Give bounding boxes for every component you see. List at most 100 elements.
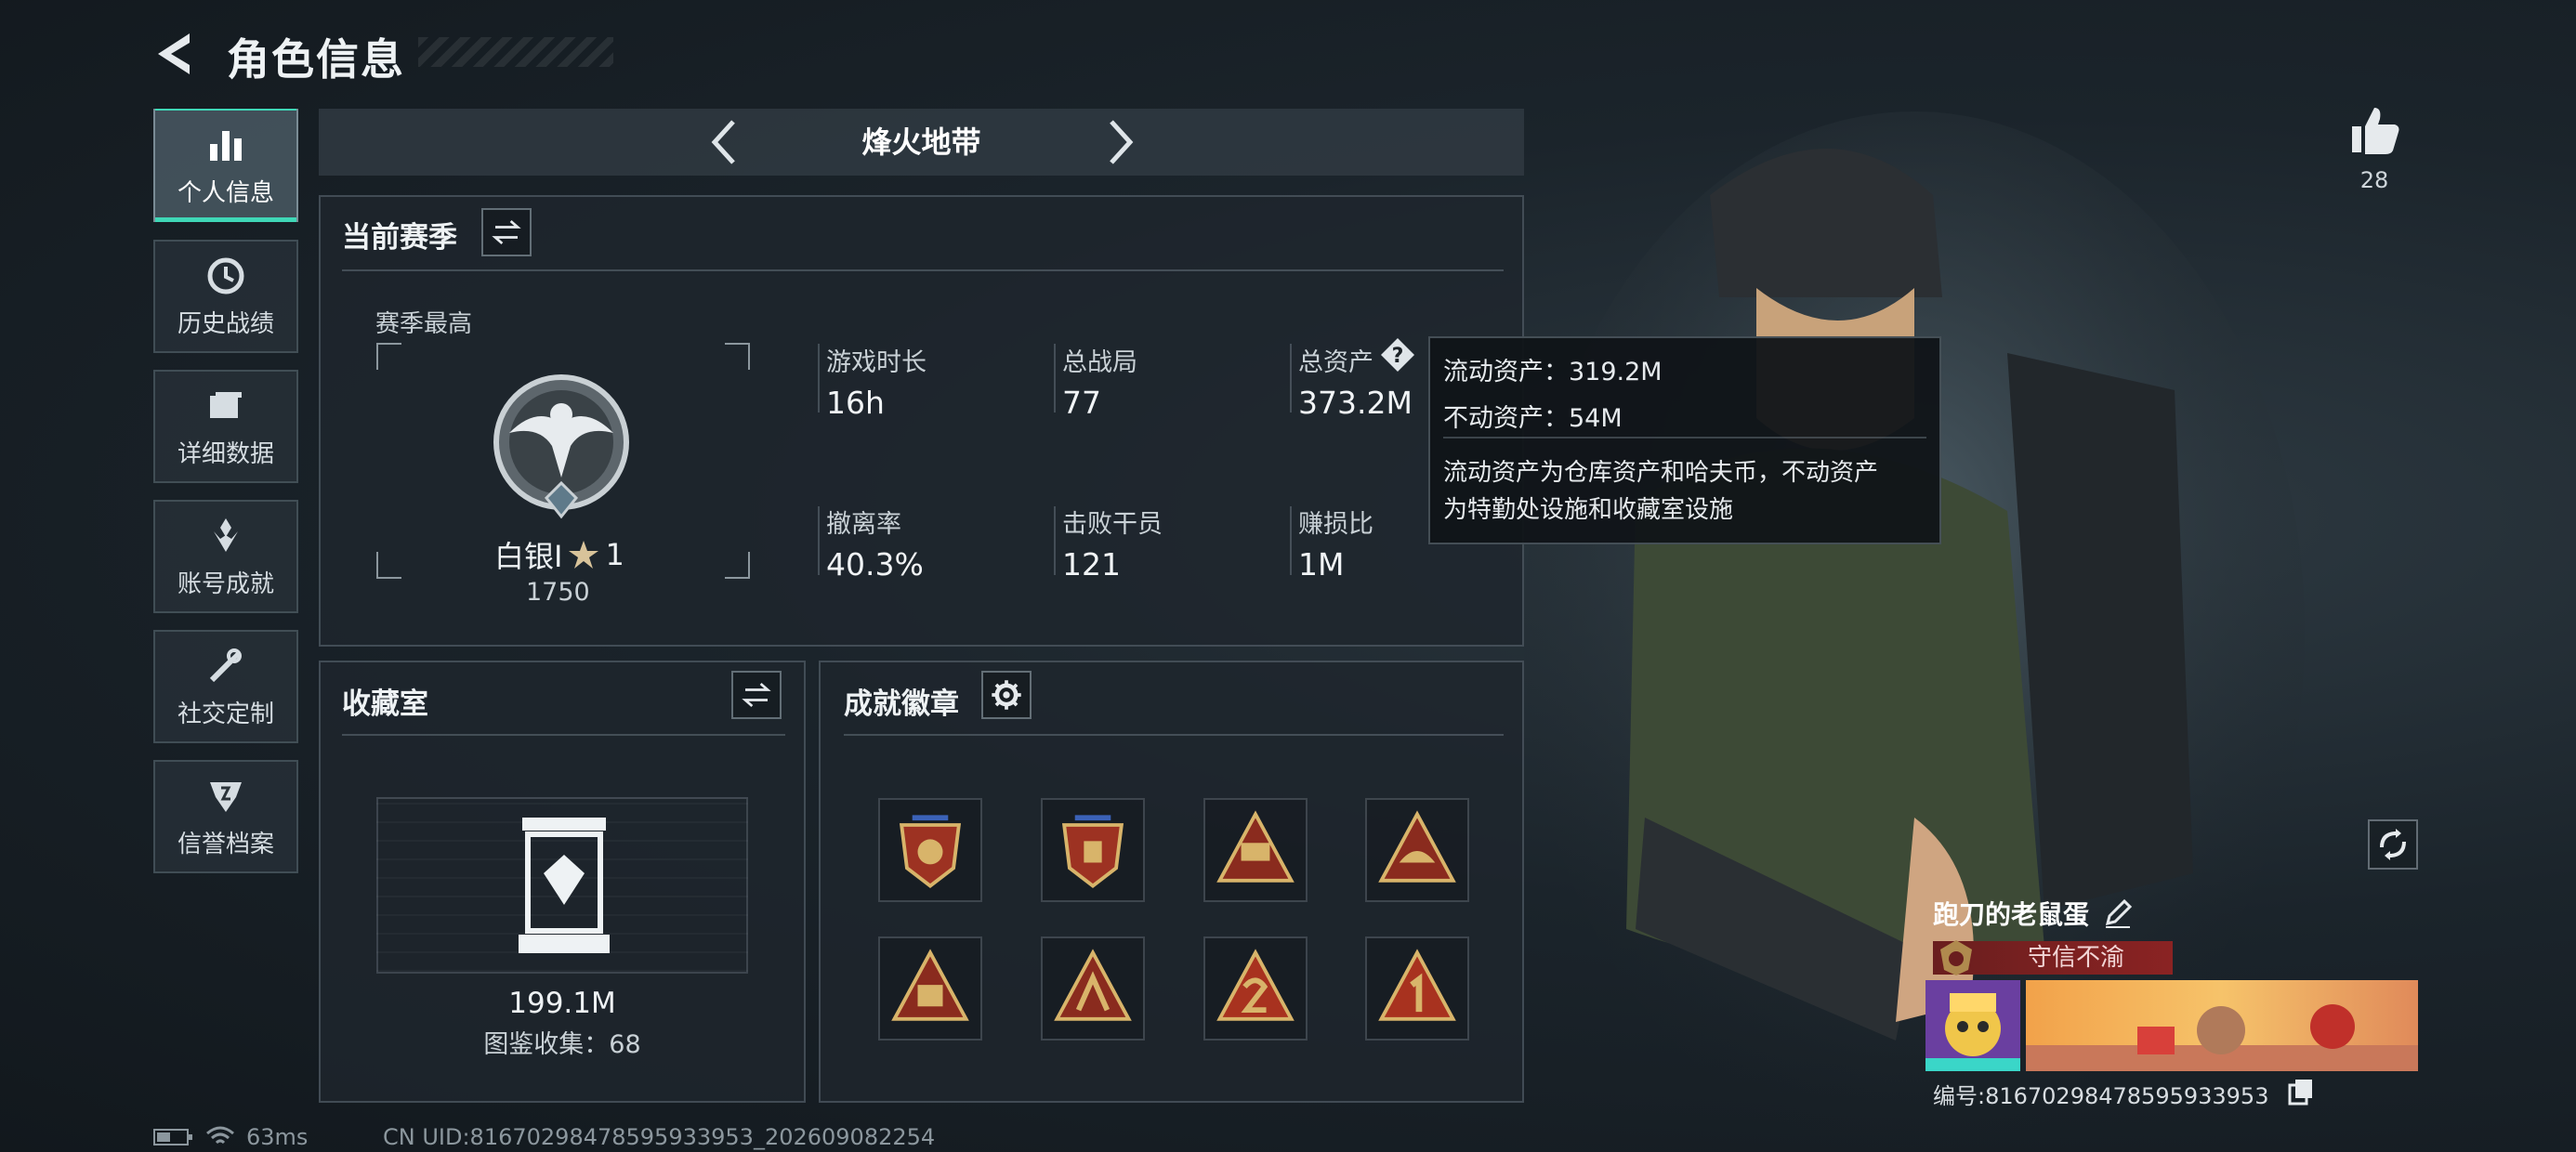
sidebar-item-detail-data[interactable]: 详细数据 — [153, 370, 298, 483]
shield-badge-icon — [1061, 815, 1124, 889]
stat-value: 40.3% — [826, 546, 924, 583]
page-title: 角色信息 — [227, 34, 405, 85]
triangle-badge-icon — [1216, 810, 1295, 883]
achievement-badge[interactable] — [1203, 936, 1308, 1041]
stat-value: 1M — [1298, 546, 1345, 583]
collection-count: 图鉴收集：68 — [483, 1030, 641, 1059]
silver-rank-emblem — [493, 374, 629, 519]
battery-icon — [153, 1129, 192, 1145]
triangle-badge-icon — [1216, 949, 1295, 1021]
refresh-icon[interactable] — [2368, 819, 2418, 870]
stat-label: 游戏时长 — [826, 348, 927, 377]
tooltip-fixed: 不动资产：54M — [1443, 404, 1623, 433]
achievement-badge[interactable] — [878, 798, 982, 902]
player-avatar[interactable] — [1925, 980, 2020, 1071]
triangle-badge-icon — [1378, 810, 1456, 883]
divider — [1054, 344, 1056, 412]
season-switch-button[interactable] — [481, 208, 532, 256]
sidebar-item-credit[interactable]: 信誉档案 — [153, 760, 298, 873]
tooltip-desc-line2: 为特勤处设施和收藏室设施 — [1443, 496, 1734, 524]
triangle-badge-icon — [1378, 949, 1456, 1021]
sidebar-item-label: 信誉档案 — [177, 830, 274, 858]
status-bar: 63ms — [153, 1124, 308, 1150]
sidebar-item-history[interactable]: 历史战绩 — [153, 240, 298, 353]
achievement-badge[interactable] — [1041, 936, 1145, 1041]
divider — [818, 506, 820, 575]
player-banner[interactable] — [2026, 980, 2418, 1071]
achievement-icon — [214, 517, 238, 552]
thumbs-up-icon[interactable] — [2346, 102, 2402, 158]
sidebar-item-label: 历史战绩 — [177, 309, 274, 338]
back-arrow-icon[interactable] — [149, 28, 204, 80]
help-icon[interactable]: ? — [1379, 336, 1416, 373]
divider — [1443, 437, 1926, 439]
title-decoration — [418, 37, 613, 67]
honor-badge-icon — [1940, 940, 1972, 975]
sidebar-item-label: 账号成就 — [177, 569, 274, 598]
stat-value: 373.2M — [1298, 385, 1413, 421]
stat-value: 121 — [1062, 546, 1121, 583]
stat-label: 总战局 — [1062, 348, 1137, 377]
achievement-badge[interactable] — [878, 936, 982, 1041]
stat-value: 16h — [826, 385, 885, 421]
like-count: 28 — [2359, 167, 2389, 193]
collection-switch-button[interactable] — [731, 671, 782, 719]
honor-title: 守信不渝 — [2027, 944, 2124, 972]
divider — [1054, 506, 1056, 575]
stat-value: 77 — [1062, 385, 1101, 421]
rank-name: 白银I — [494, 539, 563, 574]
divider — [1290, 506, 1292, 575]
folder-icon — [210, 391, 242, 418]
divider — [342, 269, 1504, 271]
achievement-badge[interactable] — [1365, 798, 1469, 902]
wifi-icon — [206, 1126, 234, 1145]
player-id: 编号:81670298478595933953 — [1933, 1083, 2269, 1109]
achievement-badge[interactable] — [1365, 936, 1469, 1041]
player-name: 跑刀的老鼠蛋 — [1933, 899, 2090, 930]
divider — [844, 734, 1504, 736]
divider — [1290, 344, 1292, 412]
stat-label: 赚损比 — [1298, 510, 1373, 539]
history-clock-icon — [207, 257, 244, 294]
tooltip-liquid: 流动资产：319.2M — [1443, 358, 1663, 386]
sidebar-item-personal-info[interactable]: 个人信息 — [153, 109, 298, 222]
gear-icon — [992, 680, 1021, 710]
tooltip-desc-line1: 流动资产为仓库资产和哈夫币，不动资产 — [1443, 459, 1879, 487]
bar-chart-icon — [210, 130, 242, 161]
season-best-label: 赛季最高 — [375, 310, 473, 338]
rank-line: 白银I 1 — [494, 533, 624, 576]
collection-title: 收藏室 — [342, 687, 428, 721]
stat-label: 击败干员 — [1062, 510, 1163, 539]
copy-icon[interactable] — [2288, 1078, 2314, 1106]
swap-icon — [742, 682, 771, 708]
achievement-badge[interactable] — [1203, 798, 1308, 902]
triangle-badge-icon — [891, 949, 969, 1021]
chevron-left-icon[interactable] — [702, 116, 748, 168]
rank-score: 1750 — [526, 578, 590, 607]
ping: 63ms — [246, 1124, 309, 1150]
sidebar-item-label: 个人信息 — [177, 178, 274, 207]
collection-value: 199.1M — [508, 987, 616, 1020]
svg-text:?: ? — [1392, 345, 1404, 368]
uid-text: CN UID:81670298478595933953_202609082254 — [383, 1124, 936, 1150]
stat-label: 总资产 — [1298, 348, 1373, 377]
edit-pencil-icon[interactable] — [2102, 897, 2134, 929]
sidebar-item-achievements[interactable]: 账号成就 — [153, 500, 298, 613]
sidebar-item-label: 详细数据 — [177, 439, 274, 468]
sidebar-item-label: 社交定制 — [177, 700, 274, 728]
season-title: 当前赛季 — [342, 221, 457, 255]
shield-badge-icon — [899, 815, 962, 889]
swap-icon — [492, 219, 521, 245]
sidebar-item-social[interactable]: 社交定制 — [153, 630, 298, 743]
wrench-icon — [209, 648, 242, 682]
chevron-right-icon[interactable] — [1097, 116, 1143, 168]
achievement-badge[interactable] — [1041, 798, 1145, 902]
divider — [342, 734, 785, 736]
collection-preview[interactable] — [376, 797, 748, 974]
stat-label: 撤离率 — [826, 510, 901, 539]
badges-settings-button[interactable] — [981, 671, 1032, 719]
display-case-icon — [519, 818, 610, 953]
rank-stars: 1 — [605, 537, 624, 572]
star-icon — [569, 541, 599, 569]
mode-title: 烽火地带 — [861, 124, 981, 160]
